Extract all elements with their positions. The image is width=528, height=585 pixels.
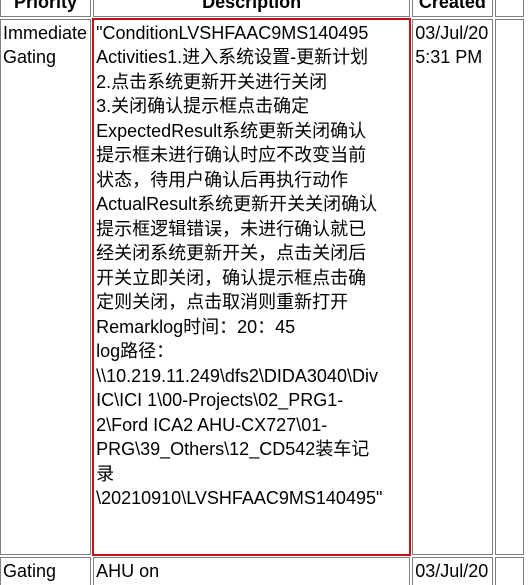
created-line: 5:31 PM xyxy=(415,47,483,67)
table-row[interactable]: Gating AHU on 03/Jul/20 xyxy=(0,556,524,585)
description-line: 3.关闭确认提示框点击确定 xyxy=(96,96,310,116)
description-line: \20210910\LVSHFAAC9MS140495" xyxy=(96,488,383,508)
description-line: 经关闭系统更新开关，点击关闭后 xyxy=(96,243,367,263)
issue-table-viewport: Priority Description Created Immediate G… xyxy=(0,0,528,585)
priority-cell[interactable]: Immediate Gating xyxy=(0,18,92,555)
extra-cell xyxy=(494,18,524,555)
extra-cell xyxy=(494,556,524,585)
created-cell[interactable]: 03/Jul/20 5:31 PM xyxy=(412,18,493,555)
created-cell[interactable]: 03/Jul/20 xyxy=(412,556,493,585)
description-line: 状态，待用户确认后再执行动作 xyxy=(96,169,349,190)
created-line: 03/Jul/20 xyxy=(415,560,489,581)
description-line: log路径： xyxy=(96,341,175,361)
description-line: 提示框未进行确认时应不改变当前 xyxy=(96,145,367,165)
table-header-row: Priority Description Created xyxy=(0,0,524,17)
description-line: "ConditionLVSHFAAC9MS140495 xyxy=(96,22,369,43)
description-line: 2\Ford ICA2 AHU-CX727\01- xyxy=(96,414,328,435)
description-line: 录 xyxy=(96,463,115,484)
priority-cell[interactable]: Gating xyxy=(0,556,92,585)
extra-column-header xyxy=(494,0,524,17)
description-line: ExpectedResult系统更新关闭确认 xyxy=(96,120,367,141)
description-line: Remarklog时间：20：45 xyxy=(96,316,296,337)
description-column-header[interactable]: Description xyxy=(93,0,411,17)
description-line: IC\ICI 1\00-Projects\02_PRG1- xyxy=(96,390,344,410)
description-line: PRG\39_Others\12_CD542装车记 xyxy=(96,439,370,459)
table-row[interactable]: Immediate Gating "ConditionLVSHFAAC9MS14… xyxy=(0,17,524,556)
description-line: Activities1.进入系统设置-更新计划 xyxy=(96,47,369,67)
priority-column-header[interactable]: Priority xyxy=(0,0,92,17)
description-line: \\10.219.11.249\dfs2\DIDA3040\Div xyxy=(96,365,378,386)
description-line: ActualResult系统更新开关关闭确认 xyxy=(96,194,378,214)
description-cell[interactable]: AHU on xyxy=(93,556,411,585)
description-line: 提示框逻辑错误，未进行确认就已 xyxy=(96,218,367,239)
description-line: 定则关闭，点击取消则重新打开 xyxy=(96,292,349,312)
description-line: 2.点击系统更新开关进行关闭 xyxy=(96,71,328,92)
description-line: AHU on xyxy=(96,560,160,581)
created-line: 03/Jul/20 xyxy=(415,22,489,43)
description-cell-selected[interactable]: "ConditionLVSHFAAC9MS140495 Activities1.进… xyxy=(92,17,412,556)
description-line: 开关立即关闭，确认提示框点击确 xyxy=(96,267,367,288)
issue-table: Priority Description Created Immediate G… xyxy=(0,0,526,585)
created-column-header[interactable]: Created xyxy=(412,0,493,17)
